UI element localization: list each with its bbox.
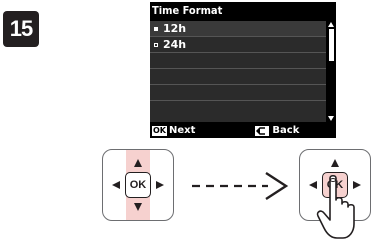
- next-step-arrow-icon: [192, 171, 289, 201]
- scrollbar[interactable]: [327, 21, 336, 122]
- empty-row: [150, 69, 326, 85]
- ok-key-icon: OK: [152, 125, 167, 136]
- down-arrow-icon[interactable]: [134, 203, 142, 211]
- scroll-down-icon: [328, 116, 334, 121]
- back-label: Back: [272, 125, 300, 136]
- right-arrow-icon[interactable]: [156, 181, 164, 189]
- lcd-screen: Time Format 12h 24h OK Next Back: [150, 2, 336, 138]
- empty-row: [150, 53, 326, 69]
- up-arrow-icon[interactable]: [134, 159, 142, 167]
- unselected-radio-icon: [154, 42, 158, 47]
- left-arrow-icon[interactable]: [112, 181, 120, 189]
- empty-row: [150, 85, 326, 101]
- scrollbar-thumb[interactable]: [329, 29, 334, 61]
- ok-button[interactable]: OK: [125, 172, 151, 198]
- up-arrow-icon[interactable]: [331, 159, 339, 167]
- scroll-up-icon: [328, 22, 334, 27]
- screen-title: Time Format: [150, 2, 336, 20]
- option-label: 24h: [163, 38, 187, 51]
- empty-row: [150, 101, 326, 117]
- next-label: Next: [169, 125, 196, 136]
- pressing-hand-icon: [316, 174, 355, 239]
- control-pad-updown: OK: [102, 149, 174, 221]
- screen-footer: OK Next Back: [150, 123, 336, 138]
- option-12h[interactable]: 12h: [150, 21, 326, 37]
- selected-radio-icon: [154, 26, 158, 31]
- option-label: 12h: [163, 22, 187, 35]
- option-24h[interactable]: 24h: [150, 37, 326, 53]
- step-number-badge: 15: [3, 11, 39, 47]
- back-key-icon: [255, 125, 270, 136]
- option-list: 12h 24h: [150, 21, 326, 122]
